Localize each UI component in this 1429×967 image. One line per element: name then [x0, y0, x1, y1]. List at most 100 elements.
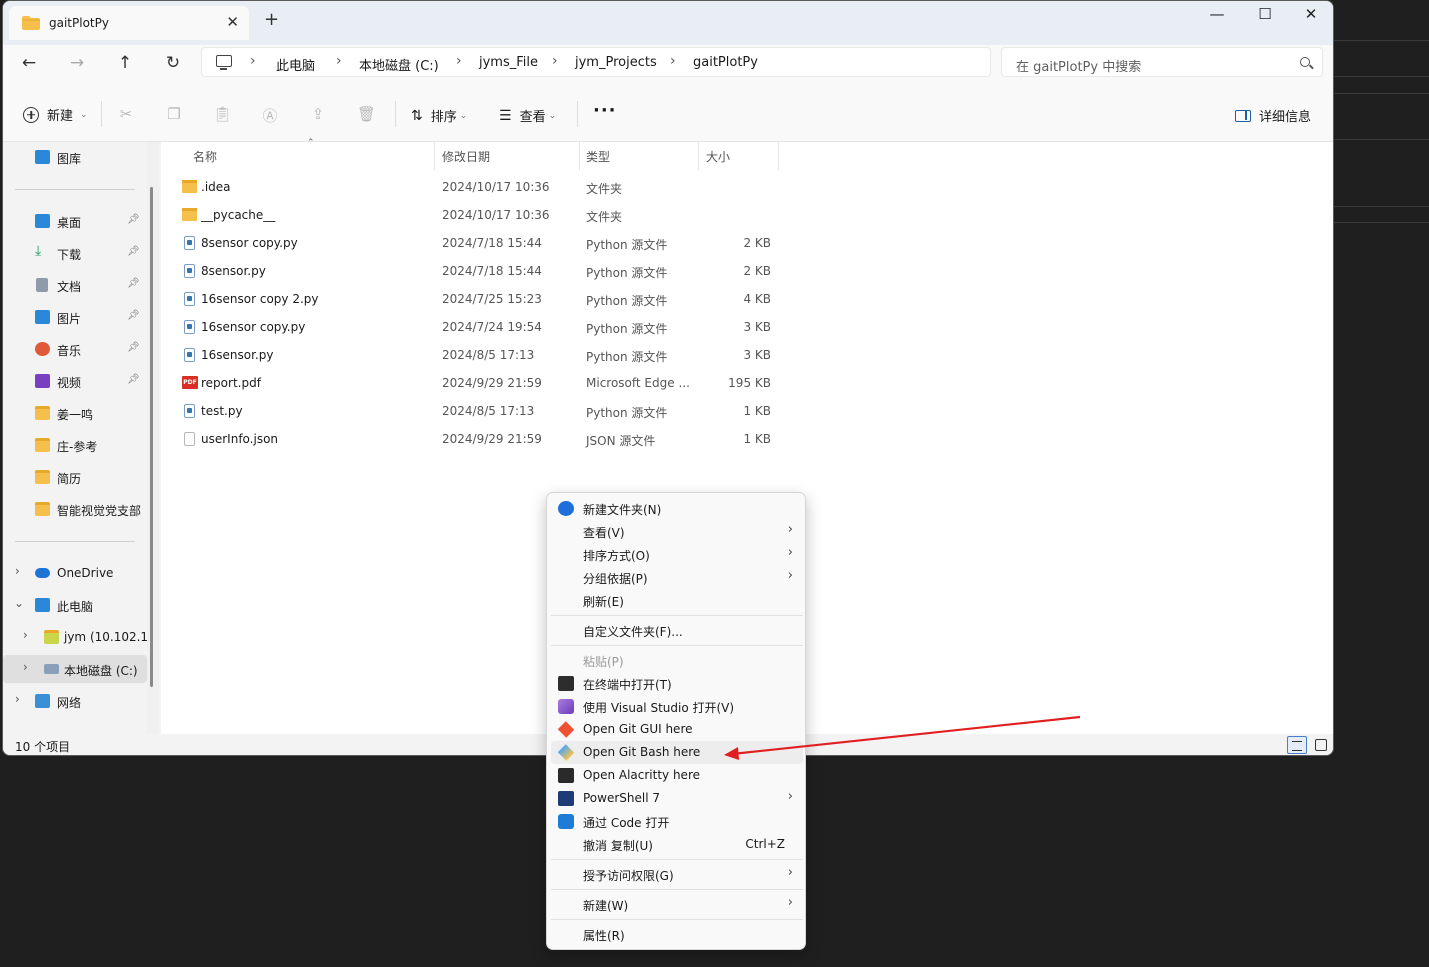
paste-icon[interactable]: 📋︎	[213, 105, 232, 123]
column-header-type[interactable]: 类型	[586, 148, 610, 165]
sidebar-item-folder[interactable]: 智能视觉党支部	[3, 495, 147, 523]
sort-button[interactable]: ⇅ 排序 ⌄	[411, 106, 467, 126]
menu-item-alacritty[interactable]: Open Alacritty here	[551, 764, 803, 787]
maximize-button[interactable]: ☐	[1245, 5, 1285, 23]
scrollbar[interactable]	[147, 142, 159, 734]
minimize-button[interactable]: —	[1197, 5, 1237, 23]
table-row[interactable]: __pycache__ 2024/10/17 10:36 文件夹	[161, 201, 781, 229]
breadcrumb-this-pc[interactable]: 此电脑	[276, 55, 315, 74]
pin-icon[interactable]: 📌︎	[127, 214, 140, 225]
table-row[interactable]: 16sensor.py 2024/8/5 17:13 Python 源文件 3 …	[161, 341, 781, 369]
menu-item-view[interactable]: 查看(V) ›	[551, 520, 803, 543]
sidebar-item-onedrive[interactable]: › OneDrive	[3, 559, 147, 587]
chevron-right-icon[interactable]: ›	[23, 628, 28, 642]
pin-icon[interactable]: 📌︎	[127, 310, 140, 321]
menu-item-new-folder[interactable]: 新建文件夹(N)	[551, 497, 803, 520]
table-row[interactable]: 16sensor copy.py 2024/7/24 19:54 Python …	[161, 313, 781, 341]
sidebar-item-gallery[interactable]: 图库	[3, 143, 147, 171]
breadcrumb-gaitplotpy[interactable]: gaitPlotPy	[693, 55, 758, 70]
new-tab-button[interactable]: +	[264, 11, 279, 29]
chevron-right-icon[interactable]: ›	[336, 53, 342, 69]
sidebar-item-this-pc[interactable]: ⌄ 此电脑	[3, 591, 147, 619]
pin-icon[interactable]: 📌︎	[127, 278, 140, 289]
new-button[interactable]: 新建 ⌄	[23, 105, 88, 124]
rename-icon[interactable]: Ⓐ	[261, 105, 279, 125]
chevron-down-icon[interactable]: ⌄	[14, 596, 24, 610]
search-input[interactable]: 在 gaitPlotPy 中搜索	[1001, 47, 1323, 77]
breadcrumb-jym-projects[interactable]: jym_Projects	[575, 55, 657, 70]
sidebar-item-network[interactable]: › 网络	[3, 687, 147, 715]
chevron-right-icon[interactable]: ›	[250, 53, 256, 69]
menu-item-group-by[interactable]: 分组依据(P) ›	[551, 566, 803, 589]
menu-item-open-terminal[interactable]: 在终端中打开(T)	[551, 672, 803, 695]
chevron-right-icon[interactable]: ›	[552, 53, 558, 69]
delete-icon[interactable]: 🗑︎	[357, 105, 376, 123]
breadcrumb[interactable]: › 此电脑 › 本地磁盘 (C:) › jyms_File › jym_Proj…	[201, 47, 991, 77]
sidebar-item-folder[interactable]: 庄-参考	[3, 431, 147, 459]
details-pane-button[interactable]: 详细信息	[1234, 106, 1311, 125]
sidebar-item-folder[interactable]: 简历	[3, 463, 147, 491]
refresh-button[interactable]: ↻	[161, 53, 185, 73]
breadcrumb-jyms-file[interactable]: jyms_File	[479, 55, 538, 70]
chevron-right-icon[interactable]: ›	[15, 564, 20, 578]
large-icons-view-icon[interactable]	[1315, 739, 1327, 751]
menu-item-git-gui[interactable]: Open Git GUI here	[551, 718, 803, 741]
menu-item-undo-copy[interactable]: 撤消 复制(U) Ctrl+Z	[551, 833, 803, 856]
chevron-right-icon[interactable]: ›	[15, 692, 20, 706]
table-row[interactable]: 8sensor copy.py 2024/7/18 15:44 Python 源…	[161, 229, 781, 257]
gallery-icon	[35, 150, 50, 164]
menu-item-refresh[interactable]: 刷新(E)	[551, 589, 803, 612]
table-row[interactable]: PDF report.pdf 2024/9/29 21:59 Microsoft…	[161, 369, 781, 397]
menu-item-powershell[interactable]: PowerShell 7 ›	[551, 787, 803, 810]
sidebar-item-music[interactable]: 音乐 📌︎	[3, 335, 147, 363]
explorer-tab[interactable]: gaitPlotPy ✕	[9, 6, 249, 40]
sidebar-item-folder[interactable]: 姜一鸣	[3, 399, 147, 427]
menu-item-customize-folder[interactable]: 自定义文件夹(F)...	[551, 619, 803, 642]
forward-button[interactable]: →	[65, 53, 89, 73]
menu-item-new[interactable]: 新建(W) ›	[551, 893, 803, 916]
column-header-name[interactable]: 名称	[193, 148, 217, 165]
column-divider[interactable]	[434, 142, 435, 170]
sidebar-item-local-disk[interactable]: › 本地磁盘 (C:)	[3, 655, 147, 683]
copy-icon[interactable]: ❐	[165, 105, 183, 123]
menu-item-git-bash[interactable]: Open Git Bash here	[551, 741, 803, 764]
column-divider[interactable]	[698, 142, 699, 170]
close-tab-icon[interactable]: ✕	[226, 13, 239, 31]
chevron-right-icon[interactable]: ›	[456, 53, 462, 69]
view-button[interactable]: ☰ 查看 ⌄	[499, 106, 556, 126]
sidebar-item-desktop[interactable]: 桌面 📌︎	[3, 207, 147, 235]
up-button[interactable]: ↑	[113, 53, 137, 73]
sidebar-item-documents[interactable]: 文档 📌︎	[3, 271, 147, 299]
column-divider[interactable]	[778, 142, 779, 170]
table-row[interactable]: .idea 2024/10/17 10:36 文件夹	[161, 173, 781, 201]
menu-item-open-code[interactable]: 通过 Code 打开	[551, 810, 803, 833]
menu-item-open-visual-studio[interactable]: 使用 Visual Studio 打开(V)	[551, 695, 803, 718]
menu-item-properties[interactable]: 属性(R)	[551, 923, 803, 946]
pin-icon[interactable]: 📌︎	[127, 246, 140, 257]
menu-item-grant-access[interactable]: 授予访问权限(G) ›	[551, 863, 803, 886]
table-row[interactable]: test.py 2024/8/5 17:13 Python 源文件 1 KB	[161, 397, 781, 425]
pin-icon[interactable]: 📌︎	[127, 374, 140, 385]
sidebar-item-videos[interactable]: 视频 📌︎	[3, 367, 147, 395]
pin-icon[interactable]: 📌︎	[127, 342, 140, 353]
close-window-button[interactable]: ✕	[1291, 5, 1331, 23]
chevron-right-icon[interactable]: ›	[670, 53, 676, 69]
sidebar-item-network-drive[interactable]: › jym (10.102.1	[3, 623, 148, 651]
column-header-date[interactable]: 修改日期	[442, 148, 490, 165]
back-button[interactable]: ←	[17, 53, 41, 73]
sidebar-item-downloads[interactable]: ⤓ 下载 📌︎	[3, 239, 147, 267]
more-options-button[interactable]: ···	[593, 100, 617, 121]
breadcrumb-local-disk[interactable]: 本地磁盘 (C:)	[359, 55, 439, 74]
cut-icon[interactable]: ✂	[117, 105, 135, 123]
details-view-icon[interactable]	[1287, 736, 1307, 754]
share-icon[interactable]: ⇪	[309, 105, 327, 123]
column-header-size[interactable]: 大小	[706, 148, 730, 165]
sidebar-item-label: 视频	[57, 376, 82, 390]
table-row[interactable]: 8sensor.py 2024/7/18 15:44 Python 源文件 2 …	[161, 257, 781, 285]
sidebar-item-pictures[interactable]: 图片 📌︎	[3, 303, 147, 331]
menu-item-sort-by[interactable]: 排序方式(O) ›	[551, 543, 803, 566]
chevron-right-icon[interactable]: ›	[23, 660, 28, 674]
table-row[interactable]: userInfo.json 2024/9/29 21:59 JSON 源文件 1…	[161, 425, 781, 453]
column-divider[interactable]	[579, 142, 580, 170]
table-row[interactable]: 16sensor copy 2.py 2024/7/25 15:23 Pytho…	[161, 285, 781, 313]
